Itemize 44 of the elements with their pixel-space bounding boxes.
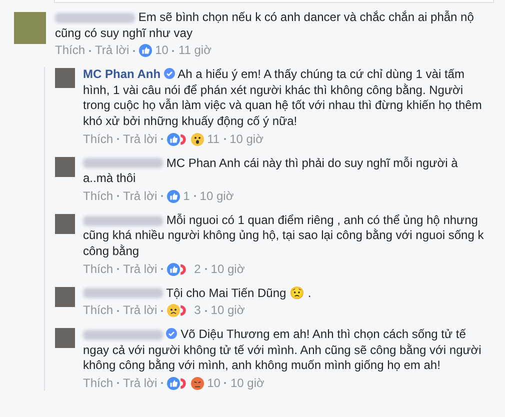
reaction-count[interactable]: 10 (207, 376, 220, 391)
like-reaction-icon (167, 262, 180, 276)
sad-face-icon (167, 304, 180, 318)
reaction-count[interactable]: 1 (183, 188, 190, 204)
reply-link[interactable]: Trả lời (123, 303, 158, 318)
like-reaction-icon (167, 190, 180, 203)
avatar-photo-placeholder[interactable] (55, 286, 75, 307)
comment-time[interactable]: 10 giờ (200, 188, 234, 204)
comment-time[interactable]: 10 giờ (230, 132, 264, 147)
comment-text: MC Phan Anh cái này thì phải do suy nghĩ mỗi người à a..mà thôi (83, 156, 459, 187)
like-link[interactable]: Thích (83, 303, 114, 318)
avatar-photo-placeholder[interactable] (55, 156, 75, 177)
reaction-count[interactable]: 3 (194, 303, 201, 318)
reply-link[interactable]: Trả lời (123, 188, 158, 204)
like-link[interactable]: Thích (83, 188, 114, 204)
like-reaction-icon (167, 132, 180, 146)
like-link[interactable]: Thích (83, 132, 114, 147)
comment-text: Tội cho Mai Tiến Dũng 😟 . (83, 286, 485, 302)
comment-time[interactable]: 10 giờ (210, 303, 245, 318)
comment-time[interactable]: 11 giờ (178, 43, 212, 58)
reply-link[interactable]: Trả lời (95, 43, 130, 58)
reply-link[interactable]: Trả lời (123, 132, 158, 147)
comment-time[interactable]: 10 giờ (210, 262, 245, 277)
reaction-count[interactable]: 11 (207, 132, 220, 147)
like-reaction-icon (167, 376, 180, 390)
comment-text: Mỗi nguoi có 1 quan điểm riêng , anh có thể ủng hộ nhưng cũng khá nhiều người không ủng hộ, tại sao lại công bằng với nguoi sống k công bằng (83, 212, 485, 260)
like-reaction-icon (139, 44, 152, 58)
surprised-face-icon (191, 132, 204, 146)
comment-text: Em sẽ bình chọn nếu k có anh dancer và chắc chắn ai phẫn nộ cũng có suy nghĩ như vay (55, 10, 475, 42)
avatar-photo-placeholder[interactable] (55, 68, 75, 88)
angry-face-icon (191, 376, 204, 390)
reaction-count[interactable]: 2 (194, 262, 201, 277)
like-link[interactable]: Thích (55, 43, 86, 58)
reaction-count[interactable]: 10 (155, 43, 168, 58)
author-name[interactable]: MC Phan Anh (83, 67, 161, 82)
comment-text: Võ Diệu Thương em ah! Anh thì chọn cách sống tử tế ngay cả với người không tử tế với mình. Anh cũng sẽ công bằng với người không công bằng với mình, anh không muốn mình giống họ em ah! (83, 327, 482, 374)
reply-link[interactable]: Trả lời (123, 376, 158, 391)
like-link[interactable]: Thích (83, 376, 114, 391)
avatar-photo-placeholder[interactable] (55, 214, 75, 234)
reply-link[interactable]: Trả lời (123, 262, 158, 277)
comment-time[interactable]: 10 giờ (230, 376, 264, 391)
avatar-photo-placeholder[interactable] (55, 328, 75, 348)
comment-text: MC Phan Anh Ah a hiểu ý em! A thấy chúng ta cứ chỉ dùng 1 vài tấm hình, 1 vài câu nói để phán xét người khác thì không công bằng. Người trong cuộc họ vẫn làm việc và quan hệ tốt với nhau thì đừng khiến họ thêm khó xử bởi những khuấy động cố ý nữa! (83, 67, 483, 130)
like-link[interactable]: Thích (83, 262, 114, 277)
